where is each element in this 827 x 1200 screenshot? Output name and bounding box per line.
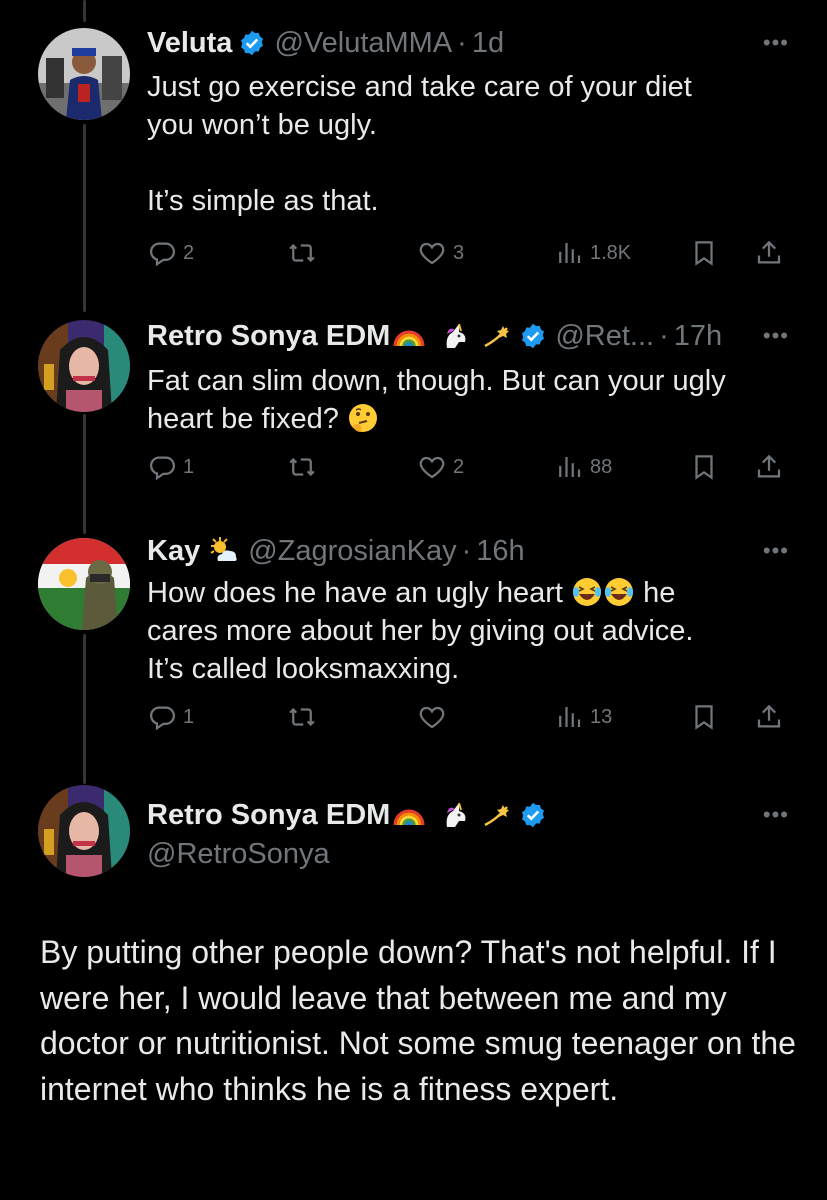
views-count: 13 (590, 705, 613, 728)
retweet-icon (289, 707, 315, 727)
tweet-header: Retro Sonya EDM (147, 797, 767, 833)
tweet-header: Kay @ZagrosianKay · 16h (147, 533, 767, 569)
views-icon (559, 707, 581, 727)
tweet-handle-row: @RetroSonya (147, 836, 767, 872)
tweet-text-line: It’s called looksmaxxing. (147, 653, 460, 685)
sun-cloud-emoji (208, 535, 240, 567)
rainbow-emoji (393, 799, 425, 831)
share-button[interactable] (754, 702, 784, 732)
like-icon (419, 706, 445, 729)
tweet-kay[interactable]: Kay @ZagrosianKay · 16h ••• How does he … (0, 0, 827, 770)
tweet-text-fragment: he (643, 577, 676, 609)
more-options-icon[interactable]: ••• (763, 538, 789, 564)
avatar-retro-sonya-image (38, 785, 130, 877)
tweet-text-line-1: How does he have an ugly heart he (147, 574, 787, 612)
timestamp[interactable]: 16h (476, 533, 524, 569)
laughing-emoji (605, 578, 634, 606)
author-handle[interactable]: @ZagrosianKay (248, 533, 456, 569)
reply-button[interactable]: 1 (147, 702, 194, 732)
reply-icon (150, 706, 175, 731)
retweet-button[interactable] (287, 702, 323, 732)
separator-dot: · (461, 535, 472, 567)
tweet-text-line: cares more about her by giving out advic… (147, 615, 694, 647)
tweet-actions: 1 13 (147, 702, 787, 742)
bookmark-icon (695, 705, 713, 730)
author-name[interactable]: Retro Sonya EDM (147, 797, 390, 833)
share-icon (757, 704, 781, 728)
reply-count: 1 (183, 705, 195, 728)
avatar-kay-image (38, 538, 130, 630)
views-button[interactable]: 13 (554, 702, 612, 732)
avatar[interactable] (38, 538, 130, 630)
more-options-icon[interactable]: ••• (763, 802, 789, 828)
avatar[interactable] (38, 785, 130, 877)
bookmark-button[interactable] (689, 702, 719, 732)
main-tweet-text: By putting other people down? That's not… (40, 934, 796, 1107)
dizzy-emoji (481, 799, 513, 831)
author-name[interactable]: Kay (147, 533, 200, 569)
laughing-emoji (573, 578, 602, 606)
author-handle[interactable]: @RetroSonya (147, 836, 330, 872)
tweet-text: How does he have an ugly heart he cares … (147, 574, 787, 688)
verified-icon (519, 801, 547, 829)
unicorn-emoji (439, 799, 471, 831)
tweet-text-fragment: How does he have an ugly heart (147, 577, 563, 609)
like-button[interactable] (417, 702, 453, 732)
